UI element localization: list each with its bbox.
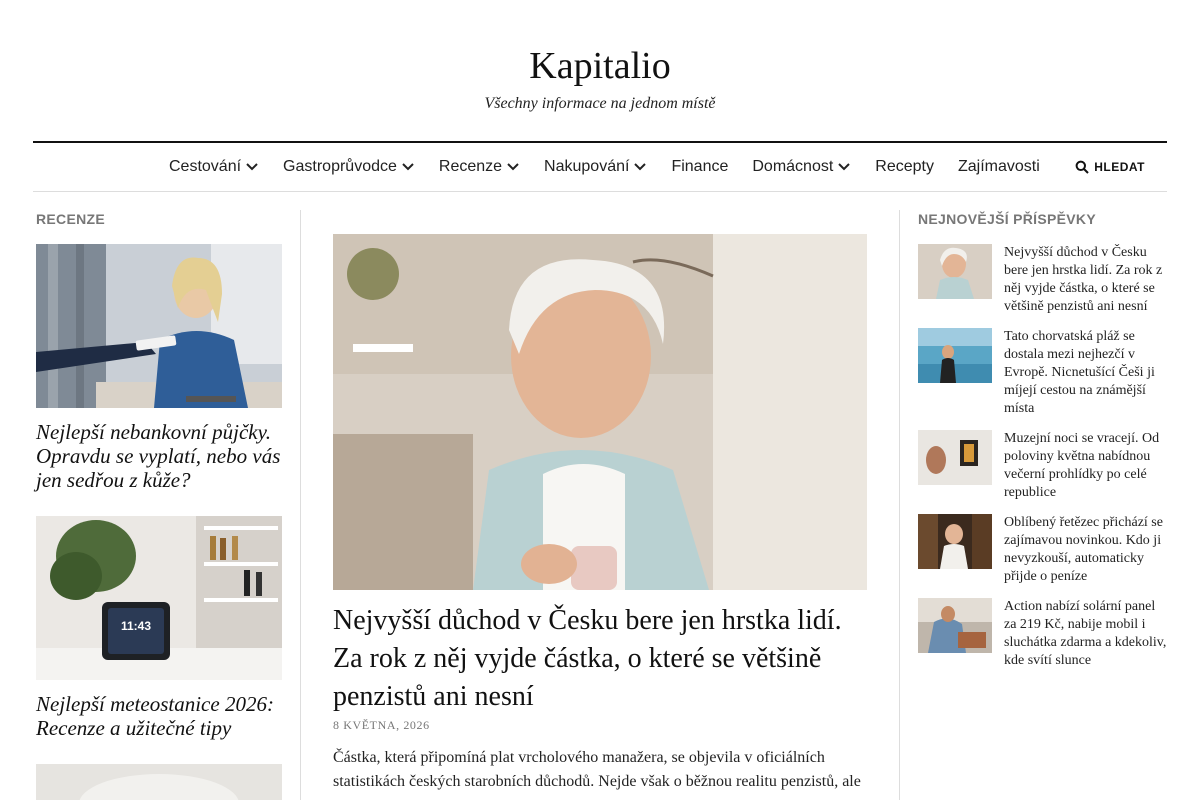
review-card-weather[interactable]: 11:43 Nejlepší meteostanice 2026: Recenz… bbox=[36, 516, 282, 740]
card-image-third[interactable] bbox=[36, 764, 282, 800]
nav-item-domacnost[interactable]: Domácnost bbox=[752, 158, 851, 176]
nav-item-finance[interactable]: Finance bbox=[671, 158, 728, 176]
chevron-down-icon bbox=[633, 162, 647, 172]
post-thumbnail[interactable] bbox=[918, 514, 992, 569]
nav-item-label: Nakupování bbox=[544, 158, 630, 175]
right-section-label: NEJNOVĚJŠÍ PŘÍSPĚVKY bbox=[918, 211, 1096, 227]
post-title[interactable]: Tato chorvatská pláž se dostala mezi nej… bbox=[1004, 328, 1168, 418]
nav-item-label: Domácnost bbox=[752, 158, 834, 175]
recent-post[interactable]: Action nabízí solární panel za 219 Kč, n… bbox=[918, 598, 1168, 674]
featured-title[interactable]: Nejvyšší důchod v Česku bere jen hrstka … bbox=[333, 602, 867, 716]
card-image-weather-station[interactable]: 11:43 bbox=[36, 516, 282, 680]
nav-item-gastropruvodce[interactable]: Gastroprůvodce bbox=[283, 158, 415, 176]
post-thumbnail[interactable] bbox=[918, 598, 992, 653]
site-title[interactable]: Kapitalio bbox=[0, 44, 1200, 88]
featured-date: 8 KVĚTNA, 2026 bbox=[333, 718, 430, 732]
nav-item-label: Recenze bbox=[438, 158, 503, 175]
nav-item-label: Finance bbox=[671, 158, 729, 175]
nav-item-label: Recepty bbox=[875, 158, 934, 175]
clock-text: 11:43 bbox=[121, 619, 151, 633]
column-divider bbox=[300, 210, 301, 800]
post-thumbnail[interactable] bbox=[918, 328, 992, 383]
chevron-down-icon bbox=[506, 162, 520, 172]
nav-item-zajimavosti[interactable]: Zajímavosti bbox=[958, 158, 1040, 176]
recent-post[interactable]: Tato chorvatská pláž se dostala mezi nej… bbox=[918, 328, 1168, 424]
search-button[interactable]: HLEDAT bbox=[1075, 143, 1145, 191]
main-navigation: Cestování Gastroprůvodce Recenze Nakupov… bbox=[33, 141, 1167, 192]
search-label: HLEDAT bbox=[1094, 160, 1145, 174]
card-title-weather[interactable]: Nejlepší meteostanice 2026: Recenze a už… bbox=[36, 692, 286, 740]
column-divider bbox=[899, 210, 900, 800]
recent-post[interactable]: Nejvyšší důchod v Česku bere jen hrstka … bbox=[918, 244, 1168, 320]
search-icon bbox=[1075, 160, 1089, 174]
post-thumbnail[interactable] bbox=[918, 430, 992, 485]
review-card-loans[interactable]: Nejlepší nebankovní půjčky. Opravdu se v… bbox=[36, 244, 282, 492]
post-title[interactable]: Muzejní noci se vracejí. Od poloviny kvě… bbox=[1004, 430, 1168, 502]
nav-item-label: Gastroprůvodce bbox=[283, 158, 397, 175]
post-title[interactable]: Action nabízí solární panel za 219 Kč, n… bbox=[1004, 598, 1168, 670]
post-thumbnail[interactable] bbox=[918, 244, 992, 299]
nav-item-label: Zajímavosti bbox=[957, 158, 1040, 175]
post-title[interactable]: Oblíbený řetězec přichází se zajímavou n… bbox=[1004, 514, 1168, 586]
featured-excerpt: Částka, která připomíná plat vrcholového… bbox=[333, 749, 861, 790]
nav-item-recenze[interactable]: Recenze bbox=[439, 158, 520, 176]
recent-post[interactable]: Muzejní noci se vracejí. Od poloviny kvě… bbox=[918, 430, 1168, 506]
site-tagline: Všechny informace na jednom místě bbox=[484, 95, 716, 112]
nav-item-cestovani[interactable]: Cestování bbox=[169, 158, 259, 176]
card-title-loans[interactable]: Nejlepší nebankovní půjčky. Opravdu se v… bbox=[36, 420, 286, 492]
chevron-down-icon bbox=[245, 162, 259, 172]
chevron-down-icon bbox=[401, 162, 415, 172]
post-title[interactable]: Nejvyšší důchod v Česku bere jen hrstka … bbox=[1004, 244, 1168, 316]
chevron-down-icon bbox=[837, 162, 851, 172]
nav-item-nakupovani[interactable]: Nakupování bbox=[544, 158, 647, 176]
left-section-label: RECENZE bbox=[36, 211, 105, 227]
featured-image[interactable] bbox=[333, 234, 867, 590]
recent-post[interactable]: Oblíbený řetězec přichází se zajímavou n… bbox=[918, 514, 1168, 590]
nav-items: Cestování Gastroprůvodce Recenze Nakupov… bbox=[169, 143, 1064, 191]
nav-item-label: Cestování bbox=[169, 158, 242, 175]
nav-item-recepty[interactable]: Recepty bbox=[875, 158, 934, 176]
card-image-loans[interactable] bbox=[36, 244, 282, 408]
